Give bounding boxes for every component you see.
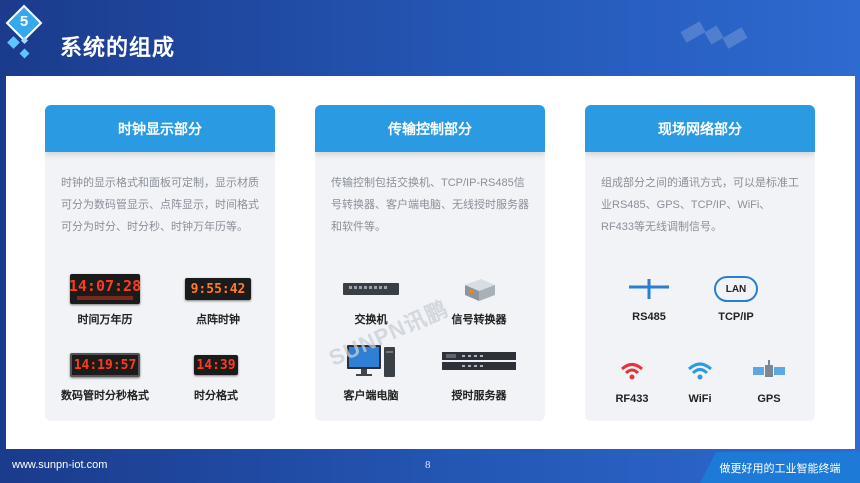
content-panel: 时钟显示部分 时钟的显示格式和面板可定制，显示材质可分为数码管显示、点阵显示，时… <box>6 76 855 449</box>
card-description: 传输控制包括交换机、TCP/IP-RS485信号转换器、客户端电脑、无线授时服务… <box>331 177 529 233</box>
item-calendar-clock: 14:07:28 时间万年历 <box>55 271 155 327</box>
satellite-icon <box>753 360 785 377</box>
page-number: 8 <box>425 459 431 471</box>
item-dot-matrix-clock: 9:55:42 点阵时钟 <box>168 271 268 327</box>
item-label: 点阵时钟 <box>196 314 240 326</box>
decor-diamond <box>7 36 20 49</box>
item-label: 数码管时分秒格式 <box>61 390 149 402</box>
footer-slogan: 做更好用的工业智能终端 <box>700 452 860 483</box>
item-rs485: RS485 <box>599 271 699 323</box>
item-label: 客户端电脑 <box>343 390 399 402</box>
satellite-bg-icon <box>680 21 748 49</box>
section-number-badge: 5 <box>5 4 43 42</box>
card-field-network: 现场网络部分 组成部分之间的通讯方式，可以是标准工业RS485、GPS、TCP/… <box>585 105 815 421</box>
decor-diamond <box>19 48 30 59</box>
item-label: 时间万年历 <box>77 314 133 326</box>
item-label: GPS <box>757 393 781 405</box>
switch-icon <box>343 283 399 295</box>
item-digit-tube-clock: 14:19:57 数码管时分秒格式 <box>55 347 155 403</box>
rf-signal-icon <box>620 363 644 380</box>
rs485-bus-icon <box>629 279 669 299</box>
lan-cloud-icon: LAN <box>714 276 758 302</box>
card-title: 传输控制部分 <box>315 105 545 152</box>
digit-tube-clock-icon: 14:19:57 <box>70 353 140 377</box>
item-gps: GPS <box>719 353 815 405</box>
footer-website-link[interactable]: www.sunpn-iot.com <box>12 459 107 471</box>
title-bar: 5 系统的组成 <box>0 0 860 76</box>
calendar-clock-icon: 14:07:28 <box>69 274 141 304</box>
time-server-icon <box>442 352 516 370</box>
wifi-icon <box>687 362 713 380</box>
page-title: 系统的组成 <box>60 35 176 60</box>
dot-matrix-clock-icon: 9:55:42 <box>185 278 251 300</box>
card-title: 现场网络部分 <box>585 105 815 152</box>
item-label: TCP/IP <box>718 311 754 323</box>
card-clock-display: 时钟显示部分 时钟的显示格式和面板可定制，显示材质可分为数码管显示、点阵显示，时… <box>45 105 275 421</box>
card-description: 时钟的显示格式和面板可定制，显示材质可分为数码管显示、点阵显示，时间格式可分为时… <box>61 177 259 233</box>
item-tcpip: LAN TCP/IP <box>686 271 786 323</box>
card-description: 组成部分之间的通讯方式，可以是标准工业RS485、GPS、TCP/IP、WiFi… <box>601 177 799 233</box>
hour-minute-clock-icon: 14:39 <box>194 355 238 375</box>
item-label: RS485 <box>632 311 666 323</box>
item-hour-minute-clock: 14:39 时分格式 <box>166 347 266 403</box>
item-time-server: 授时服务器 <box>429 341 529 403</box>
signal-converter-icon <box>465 279 495 301</box>
section-number: 5 <box>19 13 29 30</box>
item-label: 时分格式 <box>194 390 238 402</box>
item-label: 授时服务器 <box>451 390 507 402</box>
card-transmission-control: 传输控制部分 传输控制包括交换机、TCP/IP-RS485信号转换器、客户端电脑… <box>315 105 545 421</box>
card-title: 时钟显示部分 <box>45 105 275 152</box>
